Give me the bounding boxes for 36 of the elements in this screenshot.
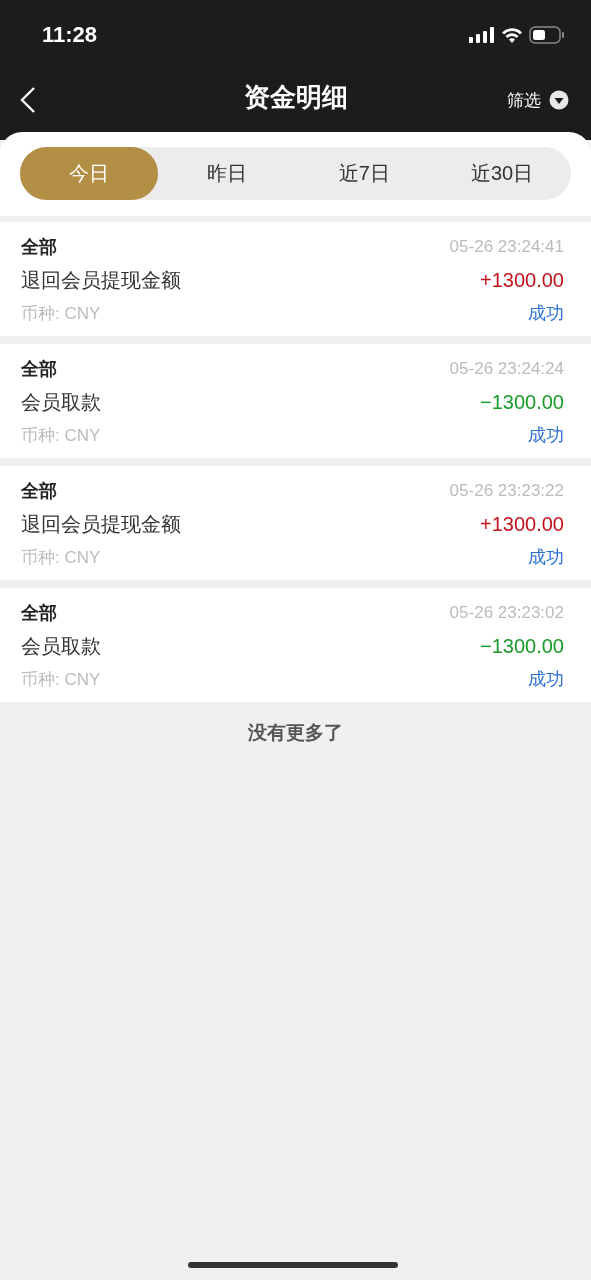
- period-tab[interactable]: 近30日: [433, 147, 571, 200]
- record-currency: 币种: CNY: [21, 424, 101, 447]
- record-description: 退回会员提现金额: [21, 267, 181, 293]
- record-status: 成功: [528, 668, 564, 691]
- record-status: 成功: [528, 424, 564, 447]
- wifi-icon: [501, 27, 523, 43]
- record-status: 成功: [528, 302, 564, 325]
- back-icon[interactable]: [20, 86, 36, 114]
- record-category: 全部: [21, 236, 57, 259]
- record-category: 全部: [21, 602, 57, 625]
- record-category: 全部: [21, 480, 57, 503]
- record-time: 05-26 23:23:02: [449, 603, 564, 623]
- record-time: 05-26 23:24:24: [449, 359, 564, 379]
- record-description: 退回会员提现金额: [21, 511, 181, 537]
- status-time: 11:28: [42, 22, 98, 48]
- record-description: 会员取款: [21, 389, 101, 415]
- filter-button[interactable]: 筛选: [507, 88, 569, 112]
- record-currency: 币种: CNY: [21, 668, 101, 691]
- record-time: 05-26 23:24:41: [449, 237, 564, 257]
- record-category: 全部: [21, 358, 57, 381]
- record-amount: −1300.00: [480, 390, 564, 414]
- signal-icon: [469, 27, 495, 43]
- dropdown-icon: [549, 90, 569, 110]
- record-amount: +1300.00: [480, 268, 564, 292]
- record-description: 会员取款: [21, 633, 101, 659]
- record-amount: −1300.00: [480, 634, 564, 658]
- record-currency: 币种: CNY: [21, 302, 101, 325]
- record-status: 成功: [528, 546, 564, 569]
- record-amount: +1300.00: [480, 512, 564, 536]
- record-currency: 币种: CNY: [21, 546, 101, 569]
- period-tab[interactable]: 近7日: [295, 147, 434, 200]
- period-tab[interactable]: 昨日: [157, 147, 296, 200]
- end-of-list-text: 没有更多了: [247, 721, 344, 745]
- battery-icon: [529, 26, 565, 44]
- page-title: 资金明细: [243, 81, 348, 114]
- record-time: 05-26 23:23:22: [449, 481, 564, 501]
